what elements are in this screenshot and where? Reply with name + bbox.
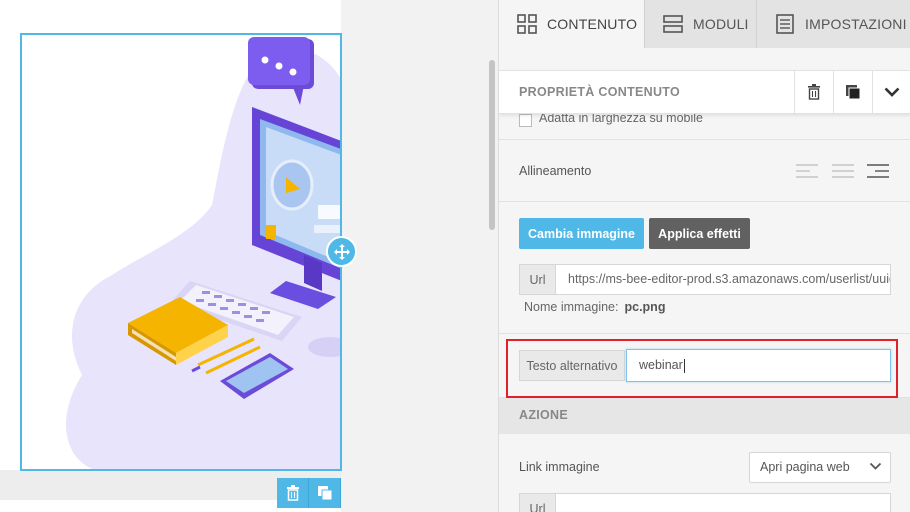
highlight-box xyxy=(506,339,898,398)
align-left-icon xyxy=(796,164,818,178)
chevron-down-icon xyxy=(869,462,882,470)
selected-image-block[interactable] xyxy=(20,33,342,471)
tab-impostazioni[interactable]: IMPOSTAZIONI xyxy=(757,0,910,48)
apply-effects-button[interactable]: Applica effetti xyxy=(649,218,750,249)
editor-canvas xyxy=(0,0,498,512)
tab-label: IMPOSTAZIONI xyxy=(805,16,907,32)
align-right-icon xyxy=(867,164,889,178)
delete-content-button[interactable] xyxy=(794,71,833,113)
align-center-icon xyxy=(832,164,854,178)
duplicate-content-button[interactable] xyxy=(833,71,872,113)
chevron-down-icon xyxy=(884,87,900,97)
mobile-fit-checkbox[interactable] xyxy=(519,114,532,127)
tab-moduli[interactable]: MODULI xyxy=(645,0,757,48)
rows-icon xyxy=(663,15,683,33)
tab-contenuto[interactable]: CONTENUTO xyxy=(499,0,645,48)
alignment-row: Allineamento xyxy=(499,140,910,202)
duplicate-block-button[interactable] xyxy=(309,478,341,508)
document-icon xyxy=(776,14,794,34)
content-properties-header: PROPRIETÀ CONTENUTO xyxy=(499,70,910,114)
align-center-button[interactable] xyxy=(831,162,855,180)
url-label: Url xyxy=(520,494,556,512)
move-icon xyxy=(333,243,350,260)
move-block-handle[interactable] xyxy=(326,236,357,267)
image-name: Nome immagine: pc.png xyxy=(524,300,665,314)
canvas-scrollbar[interactable] xyxy=(489,60,495,230)
duplicate-icon xyxy=(317,486,332,501)
trash-icon xyxy=(286,485,299,501)
computer-illustration xyxy=(66,37,340,469)
canvas-background xyxy=(341,0,498,512)
image-row: Cambia immagine Applica effetti Url http… xyxy=(499,202,910,334)
link-url-field: Url xyxy=(519,493,891,512)
block-actions xyxy=(277,478,341,508)
image-url-field: Url https://ms-bee-editor-prod.s3.amazon… xyxy=(519,264,891,295)
action-section-header: AZIONE xyxy=(499,398,910,434)
link-type-select[interactable]: Apri pagina web xyxy=(749,452,891,483)
grid-icon xyxy=(517,14,537,34)
image-link-label: Link immagine xyxy=(519,460,600,474)
align-right-button[interactable] xyxy=(866,162,890,180)
link-url-input[interactable] xyxy=(556,494,890,512)
action-title: AZIONE xyxy=(519,408,569,422)
section-title: PROPRIETÀ CONTENUTO xyxy=(519,85,681,99)
tab-label: CONTENUTO xyxy=(547,16,638,32)
delete-block-button[interactable] xyxy=(277,478,309,508)
image-name-value: pc.png xyxy=(624,300,666,314)
align-left-button[interactable] xyxy=(795,162,819,180)
panel-tabs: CONTENUTO MODULI IMPOSTAZIONI xyxy=(499,0,910,48)
duplicate-icon xyxy=(846,85,861,100)
change-image-button[interactable]: Cambia immagine xyxy=(519,218,644,249)
image-link-row: Link immagine Apri pagina web Url xyxy=(499,434,910,512)
image-name-label: Nome immagine: xyxy=(524,300,619,314)
trash-icon xyxy=(808,84,820,100)
link-type-value: Apri pagina web xyxy=(760,460,850,474)
properties-panel: CONTENUTO MODULI IMPOSTAZIONI PROPRIETÀ … xyxy=(498,0,910,512)
collapse-section-button[interactable] xyxy=(872,71,910,113)
image-url-input[interactable]: https://ms-bee-editor-prod.s3.amazonaws.… xyxy=(556,265,890,294)
alt-text-row: Testo alternativo webinar xyxy=(499,334,910,398)
url-label: Url xyxy=(520,265,556,294)
alignment-label: Allineamento xyxy=(519,164,592,178)
tab-label: MODULI xyxy=(693,16,749,32)
